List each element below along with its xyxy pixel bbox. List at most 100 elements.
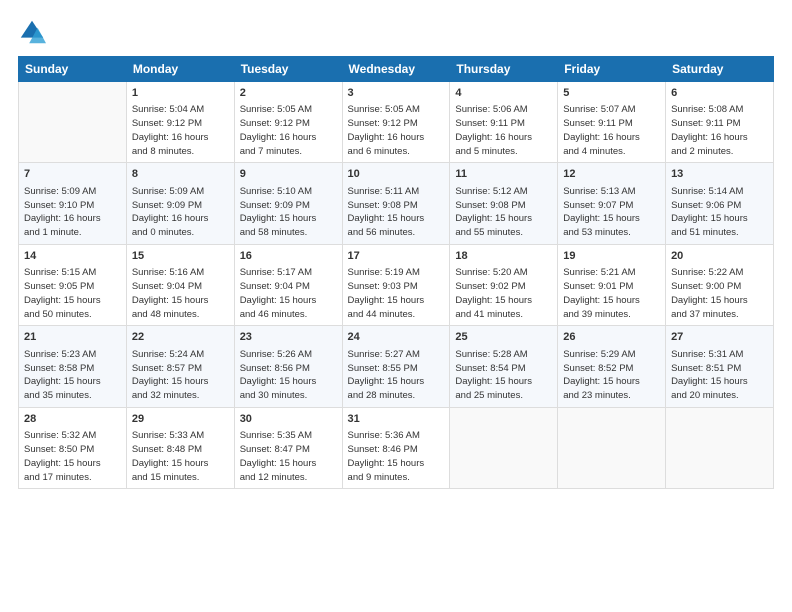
calendar-week-row: 14 Sunrise: 5:15 AM Sunset: 9:05 PM Dayli… (19, 244, 774, 325)
day-info: Sunrise: 5:31 AM Sunset: 8:51 PM Dayligh… (671, 348, 768, 403)
calendar-cell: 5 Sunrise: 5:07 AM Sunset: 9:11 PM Daylig… (558, 82, 666, 163)
day-number: 4 (455, 86, 552, 101)
day-info: Sunrise: 5:12 AM Sunset: 9:08 PM Dayligh… (455, 185, 552, 240)
calendar-cell: 21 Sunrise: 5:23 AM Sunset: 8:58 PM Dayli… (19, 326, 127, 407)
day-info: Sunrise: 5:22 AM Sunset: 9:00 PM Dayligh… (671, 266, 768, 321)
day-info: Sunrise: 5:35 AM Sunset: 8:47 PM Dayligh… (240, 429, 337, 484)
header-wednesday: Wednesday (342, 57, 450, 82)
day-info: Sunrise: 5:20 AM Sunset: 9:02 PM Dayligh… (455, 266, 552, 321)
day-info: Sunrise: 5:05 AM Sunset: 9:12 PM Dayligh… (240, 103, 337, 158)
day-number: 20 (671, 249, 768, 264)
day-number: 16 (240, 249, 337, 264)
calendar-cell: 11 Sunrise: 5:12 AM Sunset: 9:08 PM Dayli… (450, 163, 558, 244)
day-info: Sunrise: 5:28 AM Sunset: 8:54 PM Dayligh… (455, 348, 552, 403)
calendar-cell: 24 Sunrise: 5:27 AM Sunset: 8:55 PM Dayli… (342, 326, 450, 407)
day-number: 18 (455, 249, 552, 264)
day-info: Sunrise: 5:16 AM Sunset: 9:04 PM Dayligh… (132, 266, 229, 321)
calendar-cell: 30 Sunrise: 5:35 AM Sunset: 8:47 PM Dayli… (234, 407, 342, 488)
page: Sunday Monday Tuesday Wednesday Thursday… (0, 0, 792, 501)
day-number: 21 (24, 330, 121, 345)
calendar-cell: 15Sunrise: 5:16 AM Sunset: 9:04 PM Dayli… (126, 244, 234, 325)
calendar-cell: 29 Sunrise: 5:33 AM Sunset: 8:48 PM Dayli… (126, 407, 234, 488)
calendar-cell: 14 Sunrise: 5:15 AM Sunset: 9:05 PM Dayli… (19, 244, 127, 325)
day-info: Sunrise: 5:10 AM Sunset: 9:09 PM Dayligh… (240, 185, 337, 240)
calendar-table: Sunday Monday Tuesday Wednesday Thursday… (18, 56, 774, 489)
logo (18, 18, 50, 46)
day-number: 28 (24, 412, 121, 427)
calendar-week-row: 21 Sunrise: 5:23 AM Sunset: 8:58 PM Dayli… (19, 326, 774, 407)
calendar-cell: 31Sunrise: 5:36 AM Sunset: 8:46 PM Dayli… (342, 407, 450, 488)
day-info: Sunrise: 5:24 AM Sunset: 8:57 PM Dayligh… (132, 348, 229, 403)
calendar-cell: 17 Sunrise: 5:19 AM Sunset: 9:03 PM Dayli… (342, 244, 450, 325)
day-number: 27 (671, 330, 768, 345)
header (18, 18, 774, 46)
calendar-cell: 18 Sunrise: 5:20 AM Sunset: 9:02 PM Dayli… (450, 244, 558, 325)
day-number: 30 (240, 412, 337, 427)
calendar-cell: 2 Sunrise: 5:05 AM Sunset: 9:12 PM Daylig… (234, 82, 342, 163)
calendar-cell: 6Sunrise: 5:08 AM Sunset: 9:11 PM Daylig… (666, 82, 774, 163)
logo-icon (18, 18, 46, 46)
day-info: Sunrise: 5:07 AM Sunset: 9:11 PM Dayligh… (563, 103, 660, 158)
day-number: 14 (24, 249, 121, 264)
day-number: 24 (348, 330, 445, 345)
day-number: 9 (240, 167, 337, 182)
calendar-cell: 23 Sunrise: 5:26 AM Sunset: 8:56 PM Dayli… (234, 326, 342, 407)
day-number: 17 (348, 249, 445, 264)
day-info: Sunrise: 5:29 AM Sunset: 8:52 PM Dayligh… (563, 348, 660, 403)
day-info: Sunrise: 5:17 AM Sunset: 9:04 PM Dayligh… (240, 266, 337, 321)
calendar-cell: 4 Sunrise: 5:06 AM Sunset: 9:11 PM Daylig… (450, 82, 558, 163)
calendar-cell: 26 Sunrise: 5:29 AM Sunset: 8:52 PM Dayli… (558, 326, 666, 407)
header-thursday: Thursday (450, 57, 558, 82)
calendar-week-row: 7Sunrise: 5:09 AM Sunset: 9:10 PM Daylig… (19, 163, 774, 244)
day-number: 11 (455, 167, 552, 182)
calendar-cell: 16 Sunrise: 5:17 AM Sunset: 9:04 PM Dayli… (234, 244, 342, 325)
day-number: 22 (132, 330, 229, 345)
calendar-cell: 7Sunrise: 5:09 AM Sunset: 9:10 PM Daylig… (19, 163, 127, 244)
day-info: Sunrise: 5:14 AM Sunset: 9:06 PM Dayligh… (671, 185, 768, 240)
day-number: 3 (348, 86, 445, 101)
day-number: 10 (348, 167, 445, 182)
day-info: Sunrise: 5:06 AM Sunset: 9:11 PM Dayligh… (455, 103, 552, 158)
day-number: 23 (240, 330, 337, 345)
calendar-week-row: 1 Sunrise: 5:04 AM Sunset: 9:12 PM Daylig… (19, 82, 774, 163)
day-number: 26 (563, 330, 660, 345)
day-number: 1 (132, 86, 229, 101)
day-info: Sunrise: 5:23 AM Sunset: 8:58 PM Dayligh… (24, 348, 121, 403)
calendar-cell: 25 Sunrise: 5:28 AM Sunset: 8:54 PM Dayli… (450, 326, 558, 407)
calendar-cell: 10Sunrise: 5:11 AM Sunset: 9:08 PM Dayli… (342, 163, 450, 244)
header-friday: Friday (558, 57, 666, 82)
day-number: 13 (671, 167, 768, 182)
day-info: Sunrise: 5:19 AM Sunset: 9:03 PM Dayligh… (348, 266, 445, 321)
calendar-cell (558, 407, 666, 488)
day-info: Sunrise: 5:26 AM Sunset: 8:56 PM Dayligh… (240, 348, 337, 403)
day-number: 2 (240, 86, 337, 101)
day-number: 8 (132, 167, 229, 182)
day-number: 6 (671, 86, 768, 101)
calendar-cell: 20 Sunrise: 5:22 AM Sunset: 9:00 PM Dayli… (666, 244, 774, 325)
calendar-week-row: 28 Sunrise: 5:32 AM Sunset: 8:50 PM Dayli… (19, 407, 774, 488)
calendar-cell (19, 82, 127, 163)
header-tuesday: Tuesday (234, 57, 342, 82)
day-info: Sunrise: 5:33 AM Sunset: 8:48 PM Dayligh… (132, 429, 229, 484)
day-info: Sunrise: 5:04 AM Sunset: 9:12 PM Dayligh… (132, 103, 229, 158)
day-info: Sunrise: 5:32 AM Sunset: 8:50 PM Dayligh… (24, 429, 121, 484)
day-info: Sunrise: 5:21 AM Sunset: 9:01 PM Dayligh… (563, 266, 660, 321)
day-number: 29 (132, 412, 229, 427)
day-info: Sunrise: 5:27 AM Sunset: 8:55 PM Dayligh… (348, 348, 445, 403)
day-info: Sunrise: 5:05 AM Sunset: 9:12 PM Dayligh… (348, 103, 445, 158)
header-sunday: Sunday (19, 57, 127, 82)
day-number: 5 (563, 86, 660, 101)
day-info: Sunrise: 5:09 AM Sunset: 9:09 PM Dayligh… (132, 185, 229, 240)
day-number: 19 (563, 249, 660, 264)
calendar-cell: 28 Sunrise: 5:32 AM Sunset: 8:50 PM Dayli… (19, 407, 127, 488)
calendar-cell (666, 407, 774, 488)
calendar-cell: 1 Sunrise: 5:04 AM Sunset: 9:12 PM Daylig… (126, 82, 234, 163)
day-info: Sunrise: 5:15 AM Sunset: 9:05 PM Dayligh… (24, 266, 121, 321)
calendar-cell: 22 Sunrise: 5:24 AM Sunset: 8:57 PM Dayli… (126, 326, 234, 407)
calendar-cell: 19 Sunrise: 5:21 AM Sunset: 9:01 PM Dayli… (558, 244, 666, 325)
calendar-cell: 8 Sunrise: 5:09 AM Sunset: 9:09 PM Daylig… (126, 163, 234, 244)
day-number: 25 (455, 330, 552, 345)
calendar-cell: 13 Sunrise: 5:14 AM Sunset: 9:06 PM Dayli… (666, 163, 774, 244)
weekday-header-row: Sunday Monday Tuesday Wednesday Thursday… (19, 57, 774, 82)
header-monday: Monday (126, 57, 234, 82)
